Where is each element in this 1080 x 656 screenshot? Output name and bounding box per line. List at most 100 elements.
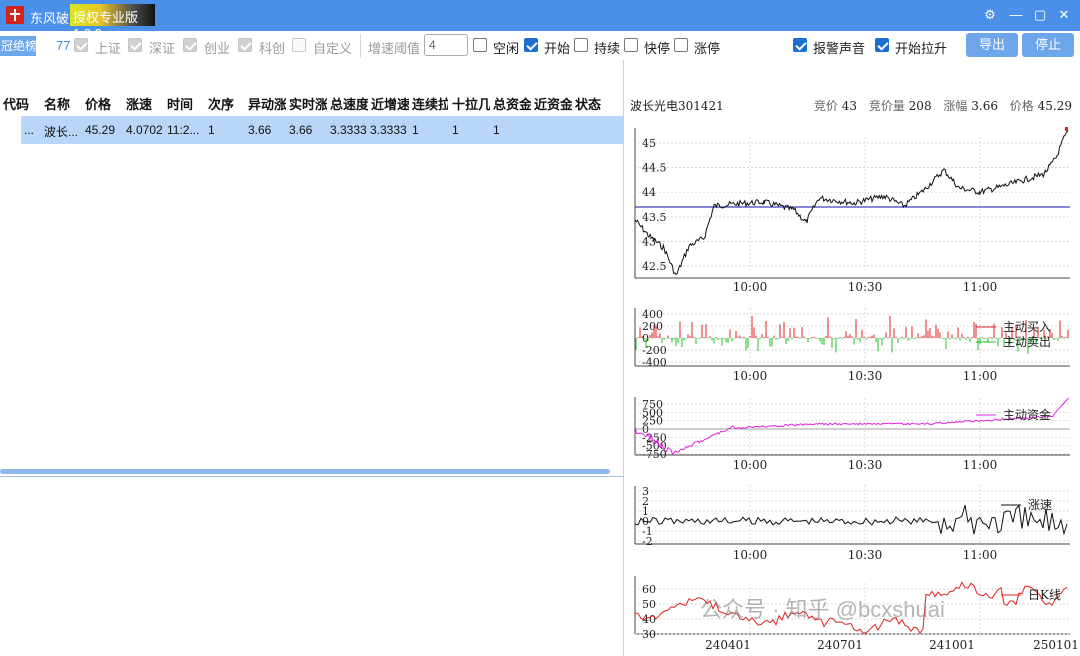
market-checkbox-sh[interactable] <box>74 38 88 52</box>
cell-consecutive: 1 <box>412 123 419 137</box>
stop-button[interactable]: 停止 <box>1022 33 1074 57</box>
filter-label-continue: 持续 <box>594 41 621 56</box>
col-header[interactable]: 名称 <box>44 94 82 113</box>
col-header[interactable]: 总速度 <box>330 94 368 113</box>
time-tick: 10:00 <box>733 280 768 294</box>
chg-label: 涨幅 <box>943 99 968 113</box>
filter-checkbox-start[interactable] <box>524 38 538 52</box>
date-tick: 250101 <box>1033 638 1079 652</box>
col-header[interactable]: 连续拉 <box>412 94 448 113</box>
time-tick: 10:30 <box>848 369 883 383</box>
cell-abnormal: 3.66 <box>248 123 272 137</box>
threshold-label: 增速阈值 <box>368 41 421 56</box>
toolbar: 冠绝榜 77 上证 深证 创业 科创 自定义 增速阈值 空闲 开始 持续 快停 … <box>0 31 1080 60</box>
market-checkbox-kc[interactable] <box>238 38 252 52</box>
fund-ytick: -750 <box>642 448 667 461</box>
time-tick: 11:00 <box>963 369 998 383</box>
charts-area: 4544.54443.54342.5 10:00 10:30 11:00 400… <box>634 127 1079 652</box>
app-title: 东风破 <box>30 11 70 26</box>
time-tick: 10:30 <box>848 280 883 294</box>
price-last-marker <box>1065 127 1068 131</box>
stock-name: 波长光电301421 <box>630 99 724 113</box>
alarm-sound-checkbox[interactable] <box>793 38 807 52</box>
market-label-kc: 科创 <box>259 41 286 56</box>
col-header[interactable]: 实时涨 <box>289 94 327 113</box>
price-label: 价格 <box>1009 99 1034 113</box>
cell-recent-speed: 3.3333 <box>370 123 407 137</box>
app-logo-icon <box>6 6 24 24</box>
legend-speed: 涨速 <box>1028 497 1052 512</box>
col-header[interactable]: 十拉几 <box>452 94 490 113</box>
gear-icon[interactable]: ⚙ <box>982 7 998 23</box>
threshold-input[interactable] <box>424 34 468 56</box>
cell-total-fund: 1 <box>493 123 500 137</box>
filter-checkbox-continue[interactable] <box>574 38 588 52</box>
col-header[interactable]: 次序 <box>208 94 246 113</box>
market-label-cy: 创业 <box>204 41 231 56</box>
speed-ytick: -2 <box>642 535 653 548</box>
start-pull-checkbox[interactable] <box>875 38 889 52</box>
day-ytick: 50 <box>642 598 656 611</box>
filter-label-limit-up: 涨停 <box>694 41 721 56</box>
col-header[interactable]: 近资金 <box>534 94 572 113</box>
col-header[interactable]: 近增速 <box>371 94 409 113</box>
legend-sell: 主动卖出 <box>1003 335 1051 349</box>
date-tick: 241001 <box>929 638 975 652</box>
time-tick: 10:00 <box>733 369 768 383</box>
day-ytick: 30 <box>642 628 656 641</box>
col-header[interactable]: 涨速 <box>126 94 164 113</box>
tab-board[interactable]: 冠绝榜 <box>0 36 36 56</box>
col-header[interactable]: 代码 <box>3 94 39 113</box>
bid-label: 竞价 <box>813 99 838 113</box>
market-label-custom: 自定义 <box>313 41 353 56</box>
time-tick: 10:30 <box>848 548 883 562</box>
price-value: 45.29 <box>1037 99 1072 113</box>
export-button[interactable]: 导出 <box>966 33 1018 57</box>
row-handle[interactable] <box>0 116 22 144</box>
time-tick: 11:00 <box>963 548 998 562</box>
filter-checkbox-soon-stop[interactable] <box>624 38 638 52</box>
speed-chart: 3210-1-2 涨速 10:00 10:30 11:00 <box>634 485 1070 562</box>
flow-ytick: -400 <box>642 356 667 369</box>
cell-price: 45.29 <box>85 123 116 137</box>
market-checkbox-custom[interactable] <box>292 38 306 52</box>
horizontal-scrollbar[interactable] <box>0 469 610 474</box>
cell-name: 波长... <box>44 125 79 139</box>
bid-vol-value: 208 <box>908 99 932 113</box>
bid-value: 43 <box>841 99 857 113</box>
filter-label-idle: 空闲 <box>493 41 520 56</box>
watermark-text: 公众号 · 知乎 @bcxshuai <box>700 597 945 622</box>
market-checkbox-cy[interactable] <box>183 38 197 52</box>
table-row[interactable]: ... 波长... 45.29 4.0702 11:2... 1 3.66 3.… <box>22 116 624 144</box>
close-icon[interactable]: ✕ <box>1056 7 1072 23</box>
chg-value: 3.66 <box>971 99 998 113</box>
time-tick: 11:00 <box>963 280 998 294</box>
cell-time: 11:2... <box>167 123 200 137</box>
date-tick: 240401 <box>705 638 751 652</box>
title-bar: 东风破 授权专业版1.0.3 ⚙ — ▢ ✕ <box>0 0 1080 41</box>
col-header[interactable]: 总资金 <box>493 94 531 113</box>
price-ytick: 44 <box>642 186 656 199</box>
price-chart: 4544.54443.54342.5 10:00 10:30 11:00 <box>634 127 1070 294</box>
col-header[interactable]: 时间 <box>167 94 205 113</box>
filter-checkbox-idle[interactable] <box>473 38 487 52</box>
time-tick: 10:30 <box>848 458 883 472</box>
maximize-icon[interactable]: ▢ <box>1032 7 1048 23</box>
time-tick: 10:00 <box>733 548 768 562</box>
price-ytick: 44.5 <box>642 162 667 175</box>
col-header[interactable]: 价格 <box>85 94 123 113</box>
lower-pane <box>0 476 624 656</box>
col-header[interactable]: 状态 <box>575 94 613 113</box>
market-label-sz: 深证 <box>149 41 176 56</box>
bid-vol-label: 竞价量 <box>868 99 905 113</box>
col-header[interactable]: 异动涨 <box>248 94 286 113</box>
market-checkbox-sz[interactable] <box>128 38 142 52</box>
filter-checkbox-limit-up[interactable] <box>674 38 688 52</box>
result-count: 77 <box>56 38 71 53</box>
day-ytick: 60 <box>642 583 656 596</box>
toolbar-divider <box>360 34 361 58</box>
minimize-icon[interactable]: — <box>1008 7 1024 23</box>
price-series-line <box>634 131 1069 276</box>
cell-total-speed: 3.3333 <box>330 123 367 137</box>
edition-badge: 授权专业版1.0.3 <box>70 4 155 41</box>
